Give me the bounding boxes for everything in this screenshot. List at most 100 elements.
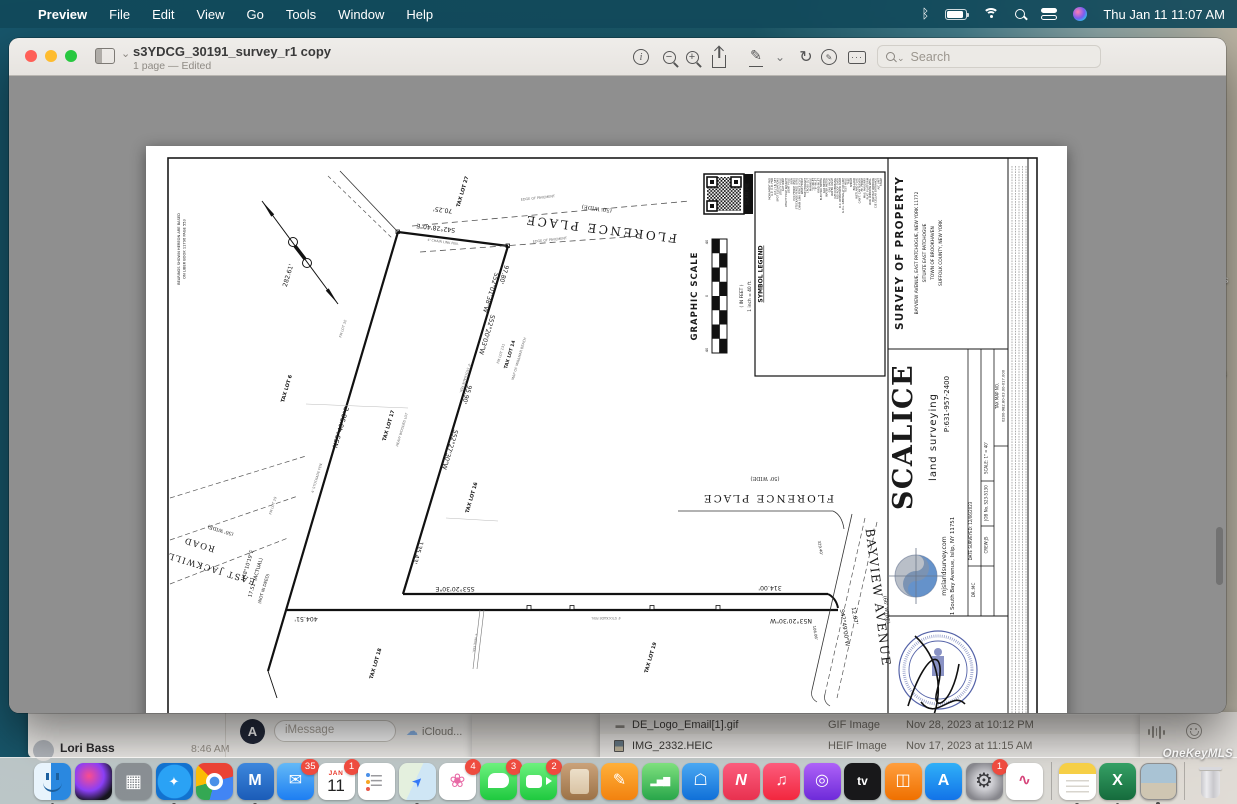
tax-lot-label: TAX LOT 18 <box>369 647 384 680</box>
imessage-input[interactable]: iMessage <box>274 720 396 742</box>
window-subtitle: 1 page — Edited <box>133 60 211 72</box>
mail-dock-icon[interactable]: ✉35 <box>277 763 314 800</box>
messages-dock-icon[interactable]: 3 <box>480 763 517 800</box>
excel-dock-icon[interactable]: X <box>1099 763 1136 800</box>
news-dock-icon[interactable]: N <box>723 763 760 800</box>
finder-dock-icon[interactable] <box>34 763 71 800</box>
property-address: SUFFOLK COUNTY, NEW YORK <box>938 220 944 286</box>
menu-window[interactable]: Window <box>338 7 384 22</box>
tax-lot-label: TAX LOT 27 <box>456 175 471 208</box>
dock-separator <box>1184 762 1185 800</box>
chrome-dock-icon[interactable] <box>196 763 233 800</box>
property-address: TOWN OF BROOKHAVEN <box>930 226 936 280</box>
minimize-button[interactable] <box>45 50 57 62</box>
numbers-dock-icon[interactable]: ▂▅▇ <box>642 763 679 800</box>
settings-dock-icon[interactable]: ⚙1 <box>966 763 1003 800</box>
keynote-dock-icon[interactable]: ☖ <box>682 763 719 800</box>
contacts-dock-icon[interactable] <box>561 763 598 800</box>
icloud-label: iCloud... <box>406 724 462 738</box>
wifi-icon[interactable] <box>983 8 999 20</box>
malwarebytes-dock-icon[interactable]: M <box>237 763 274 800</box>
photos-dock-icon[interactable]: ❀4 <box>439 763 476 800</box>
file-row[interactable]: ▬ DE_Logo_Email[1].gif GIF Image Nov 28,… <box>600 715 1140 734</box>
menu-preview[interactable]: Preview <box>38 7 87 22</box>
search-input[interactable]: ⌄ Search <box>877 45 1101 68</box>
zoom-button[interactable] <box>65 50 77 62</box>
street-east-jackwill-road: ROAD <box>182 534 216 553</box>
share-button[interactable] <box>706 44 732 70</box>
appstore-dock-icon[interactable]: A <box>925 763 962 800</box>
street-width-label: (50' WIDE) <box>581 203 612 214</box>
draw-button[interactable]: ✎ <box>816 44 842 70</box>
bearing: S52°20'03"W <box>477 314 497 356</box>
file-list-window-fragment: ▬ DE_Logo_Email[1].gif GIF Image Nov 28,… <box>600 712 1140 758</box>
launchpad-dock-icon[interactable]: ▦ <box>115 763 152 800</box>
close-button[interactable] <box>25 50 37 62</box>
document-viewport[interactable]: SURVEY OF PROPERTY BAYVIEW AVENUE, EAST … <box>9 77 1226 713</box>
messages-window-fragment: Lori Bass 8:46 AM A iMessage iCloud... <box>28 712 472 758</box>
window-thumb-dock-icon[interactable] <box>1140 763 1177 800</box>
freeform-dock-icon[interactable]: ∿ <box>1006 763 1043 800</box>
tax-map-label: TAX MAP NO. <box>995 383 1000 410</box>
spotlight-icon[interactable] <box>1015 9 1025 19</box>
tax-lot-label: TAX LOT 6 <box>280 374 294 403</box>
battery-icon[interactable] <box>945 9 967 20</box>
safari-dock-icon[interactable]: ✦ <box>156 763 193 800</box>
north-arrow <box>262 201 338 304</box>
chevron-down-icon[interactable]: ⌄ <box>121 47 130 60</box>
menu-bar-clock[interactable]: Thu Jan 11 11:07 AM <box>1103 7 1225 22</box>
scrollbar[interactable] <box>1216 527 1223 585</box>
markup-chevron-icon[interactable]: ⌄ <box>767 44 793 70</box>
siri-dock-icon[interactable] <box>75 763 112 800</box>
emoji-icon[interactable] <box>1186 723 1202 739</box>
markup-button[interactable]: ✎ <box>743 44 769 70</box>
bluetooth-icon[interactable]: ᛒ <box>922 7 930 22</box>
notification-badge: 2 <box>546 759 562 775</box>
scale-units: ( IN FEET ) <box>739 284 745 307</box>
text-annotation-button[interactable]: ··· <box>844 44 870 70</box>
maps-dock-icon[interactable]: ➤ <box>399 763 436 800</box>
screen: yl's ns f Lori Bass 8:46 AM A iMessage i… <box>0 0 1237 804</box>
notes-dock-icon[interactable] <box>1059 763 1096 800</box>
fm-lot-label: FM LOT 30 <box>339 319 348 338</box>
calendar-dock-icon[interactable]: JAN111 <box>318 763 355 800</box>
survey-document-page[interactable]: SURVEY OF PROPERTY BAYVIEW AVENUE, EAST … <box>146 146 1067 713</box>
company-tagline: land surveying <box>928 393 939 481</box>
zoom-in-button[interactable]: + <box>679 44 705 70</box>
file-name: IMG_2332.HEIC <box>632 740 828 752</box>
info-button[interactable]: i <box>628 44 654 70</box>
fence-label: 4' WIRE FEN. <box>471 633 478 653</box>
property-address: SITUATE EAST PATCHOGUE <box>922 223 928 282</box>
appstore-messages-icon[interactable]: A <box>240 719 265 744</box>
dim: 404.51' <box>294 615 318 622</box>
menu-go[interactable]: Go <box>246 7 263 22</box>
menu-help[interactable]: Help <box>406 7 433 22</box>
conversation-time: 8:46 AM <box>191 743 230 755</box>
audio-waveform-icon[interactable] <box>1148 725 1165 739</box>
menu-file[interactable]: File <box>109 7 130 22</box>
menu-view[interactable]: View <box>197 7 225 22</box>
appletv-dock-icon[interactable]: tv <box>844 763 881 800</box>
podcasts-dock-icon[interactable]: ◎ <box>804 763 841 800</box>
menu-tools[interactable]: Tools <box>286 7 316 22</box>
file-row[interactable]: IMG_2332.HEIC HEIF Image Nov 17, 2023 at… <box>600 736 1140 755</box>
scan-me-label: SCAN ME <box>745 183 751 205</box>
drawn-by: DR.:MC <box>971 583 976 598</box>
music-dock-icon[interactable]: ♫ <box>763 763 800 800</box>
fence-labels: 4' STOCKADE FEN. 4' CHAIN LINK FEN. 4' S… <box>311 194 621 653</box>
filed-map-labels: HEAVY WOODED LOT FM LOT 131 MAP OF MIRAM… <box>269 319 528 515</box>
facetime-dock-icon[interactable]: 2 <box>520 763 557 800</box>
reminders-dock-icon[interactable]: ☰ <box>358 763 395 800</box>
property-address: BAYVIEW AVENUE, EAST PATCHOGUE, NEW YORK… <box>914 191 920 314</box>
conversation-contact[interactable]: Lori Bass <box>60 741 115 755</box>
sidebar-toggle-icon[interactable] <box>95 48 115 64</box>
trash-dock-icon[interactable] <box>1192 763 1229 800</box>
control-center-icon[interactable] <box>1041 8 1057 20</box>
menu-edit[interactable]: Edit <box>152 7 174 22</box>
notification-badge: 35 <box>301 759 319 775</box>
pages-dock-icon[interactable]: ✎ <box>601 763 638 800</box>
siri-icon[interactable] <box>1073 7 1087 21</box>
books-dock-icon[interactable]: ◫ <box>885 763 922 800</box>
title-bar[interactable]: ⌄ s3YDCG_30191_survey_r1 copy 1 page — E… <box>9 38 1226 76</box>
symbol-legend: SYMBOL LEGEND MONUMENT FNDU.P. / I.B. FN… <box>755 172 885 376</box>
